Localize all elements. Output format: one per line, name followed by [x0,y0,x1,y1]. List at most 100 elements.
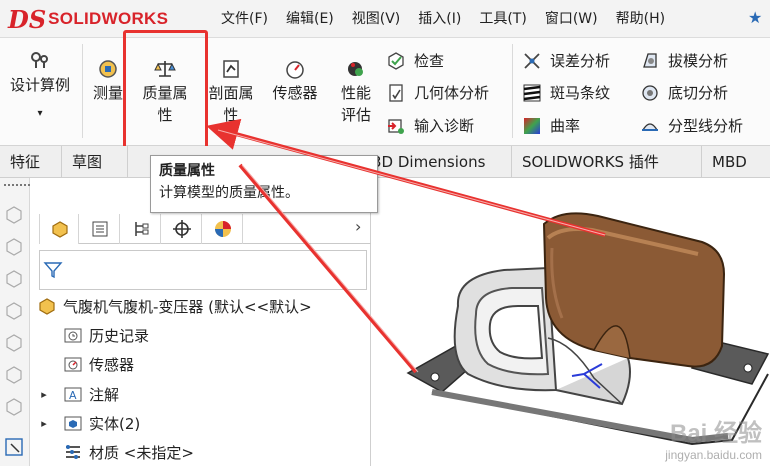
section-properties-button[interactable]: 剖面属 性 [202,58,260,126]
view-cube-icon[interactable] [3,268,25,290]
import-diagnostics-icon [388,118,404,134]
tab-mbd[interactable]: MBD [702,146,770,178]
undercut-analysis-icon [642,84,658,101]
curvature-label: 曲率 [550,117,581,135]
tab-features[interactable]: 特征 [0,146,62,178]
menu-help[interactable]: 帮助(H) [607,8,674,28]
mass-properties-tooltip: 质量属性 计算模型的质量属性。 [150,155,378,213]
part-icon [39,298,55,315]
property-list-icon [92,221,108,237]
import-diagnostics-label: 输入诊断 [414,117,475,135]
performance-evaluation-button[interactable]: 性能 评估 [334,58,378,126]
view-cube-icon[interactable] [3,204,25,226]
select-tool-icon[interactable] [3,436,25,458]
draft-analysis-button[interactable]: 拔模分析 [640,50,728,71]
draft-analysis-label: 拔模分析 [668,52,729,70]
ds-logo-mark: DS [8,4,47,34]
view-cube-icon[interactable] [3,300,25,322]
appearance-sphere-icon [215,221,231,237]
tree-item-label: 传感器 [89,355,135,374]
tab-3d-dimensions[interactable]: 3D Dimensions [362,146,512,178]
tree-item-sensors[interactable]: 传感器 [49,350,134,378]
tab-display-manager[interactable] [203,214,243,244]
tab-property-manager[interactable] [80,214,120,244]
deviation-analysis-label: 误差分析 [550,52,611,70]
annotations-folder-icon: A [64,387,82,402]
design-study-button[interactable]: 设计算例 ▾ [4,50,76,124]
tab-dimxpert[interactable] [162,214,202,244]
menu-edit[interactable]: 编辑(E) [277,8,343,28]
undercut-analysis-label: 底切分析 [668,84,729,102]
view-cube-icon[interactable] [3,332,25,354]
tree-item-annotations[interactable]: ▸ A 注解 [37,380,119,408]
tab-sketch[interactable]: 草图 [62,146,128,178]
deviation-analysis-button[interactable]: 误差分析 [522,50,610,71]
geometry-analysis-button[interactable]: 几何体分析 [386,82,489,103]
undercut-analysis-button[interactable]: 底切分析 [640,82,728,103]
menu-bar: 文件(F) 编辑(E) 视图(V) 插入(I) 工具(T) 窗口(W) 帮助(H… [212,0,674,36]
solid-bodies-folder-icon [64,416,82,431]
curvature-icon [524,117,540,134]
view-cube-icon[interactable] [3,396,25,418]
measure-label: 测量 [92,84,123,102]
feature-manager-tabs: › [39,214,371,244]
command-manager-tabs: 特征 草图 3D Dimensions SOLIDWORKS 插件 MBD [0,146,770,178]
curvature-button[interactable]: 曲率 [522,115,580,136]
performance-icon [348,62,363,76]
design-study-icon [31,52,48,68]
zebra-stripes-icon [523,84,541,101]
geometry-analysis-icon [389,83,403,102]
expand-arrow-icon[interactable]: ▸ [37,388,51,401]
configuration-icon [135,222,149,236]
geometry-analysis-label: 几何体分析 [414,84,490,102]
section-properties-label-1: 剖面属 [208,84,254,102]
material-icon [66,445,80,459]
baidu-jingyan-watermark: Bai 经验 jingyan.baidu.com [665,420,762,462]
section-properties-icon [223,60,239,78]
expand-arrow-icon[interactable]: ▸ [37,417,51,430]
tree-root-part[interactable]: 气腹机气腹机-变压器 (默认<<默认> [37,292,312,320]
chevron-down-icon[interactable]: ▾ [4,104,76,124]
tree-item-history[interactable]: 历史记录 [49,321,149,349]
filter-icon [43,262,63,279]
menu-file[interactable]: 文件(F) [212,8,277,28]
view-cube-icon[interactable] [3,236,25,258]
pin-icon[interactable]: ★ [748,8,762,27]
deviation-analysis-icon [524,52,540,69]
menu-insert[interactable]: 插入(I) [409,8,470,28]
highlight-box [123,30,208,156]
sensor-folder-icon [64,357,82,372]
history-folder-icon [64,328,82,343]
measure-button[interactable]: 测量 [88,58,128,104]
tree-item-solid-bodies[interactable]: ▸ 实体(2) [37,409,140,437]
check-label: 检查 [414,52,445,70]
part-icon [52,221,68,238]
import-diagnostics-button[interactable]: 输入诊断 [386,115,474,136]
tree-item-material[interactable]: 材质 <未指定> [49,438,194,466]
chevron-right-icon[interactable]: › [355,217,361,236]
feature-filter-field[interactable] [39,250,367,290]
tab-solidworks-addins[interactable]: SOLIDWORKS 插件 [512,146,702,178]
zebra-stripes-button[interactable]: 斑马条纹 [522,82,610,103]
tree-item-label: 历史记录 [89,326,150,345]
parting-line-analysis-button[interactable]: 分型线分析 [640,115,743,136]
crosshair-icon [173,220,191,238]
menu-window[interactable]: 窗口(W) [536,8,607,28]
menu-tools[interactable]: 工具(T) [470,8,535,28]
tree-item-label: 实体(2) [89,414,141,433]
menu-view[interactable]: 视图(V) [343,8,410,28]
check-button[interactable]: 检查 [386,50,444,71]
tree-root-label: 气腹机气腹机-变压器 (默认<<默认> [63,297,312,316]
draft-analysis-icon [643,52,657,68]
graphics-area[interactable]: Bai 经验 jingyan.baidu.com [372,178,770,466]
view-cube-icon[interactable] [3,364,25,386]
measure-icon [99,60,117,78]
command-manager-ribbon: 设计算例 ▾ 测量 质量属 性 剖面属 性 传感器 性能 评估 检查 几何体分析… [0,38,770,146]
performance-label-2: 评估 [340,106,371,124]
tab-configuration-manager[interactable] [121,214,161,244]
check-cube-icon [388,51,404,70]
tab-feature-tree[interactable] [39,214,79,244]
parting-line-analysis-label: 分型线分析 [668,117,744,135]
grip-handle[interactable] [4,184,30,188]
sensor-button[interactable]: 传感器 [264,58,326,104]
